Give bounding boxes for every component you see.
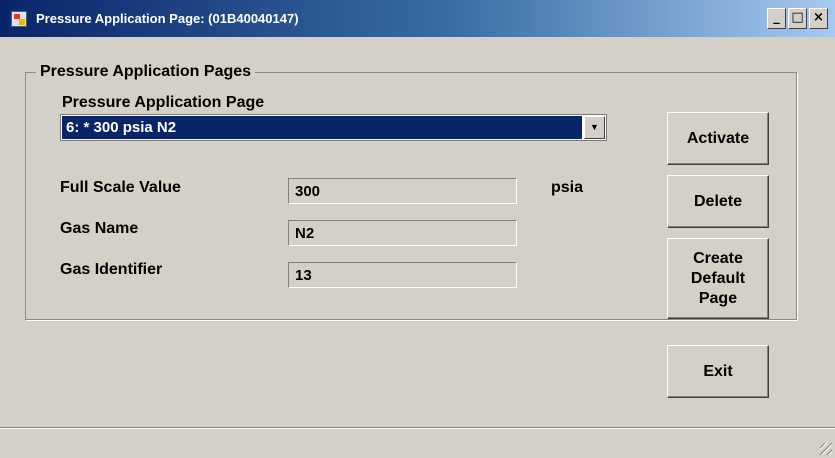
full-scale-unit: psia bbox=[551, 179, 584, 196]
gas-name-label: Gas Name bbox=[60, 220, 139, 237]
page-select-label: Pressure Application Page bbox=[62, 94, 265, 111]
minimize-button[interactable]: _ bbox=[767, 8, 786, 29]
page-select-value: 6: * 300 psia N2 bbox=[62, 116, 582, 139]
activate-button[interactable]: Activate bbox=[667, 112, 769, 165]
gas-identifier-field[interactable]: 13 bbox=[288, 262, 517, 288]
chevron-down-icon[interactable]: ▼ bbox=[584, 116, 605, 139]
window-title: Pressure Application Page: (01B40040147) bbox=[36, 11, 299, 26]
full-scale-label: Full Scale Value bbox=[60, 179, 181, 196]
status-bar bbox=[0, 427, 835, 458]
page-select-dropdown[interactable]: 6: * 300 psia N2 ▼ bbox=[60, 114, 607, 141]
groupbox-title: Pressure Application Pages bbox=[36, 63, 256, 81]
exit-button[interactable]: Exit bbox=[667, 345, 769, 398]
gas-name-field[interactable]: N2 bbox=[288, 220, 517, 246]
close-button[interactable]: × bbox=[809, 8, 828, 29]
title-bar[interactable]: Pressure Application Page: (01B40040147)… bbox=[0, 0, 835, 37]
app-icon[interactable] bbox=[11, 11, 27, 27]
gas-identifier-label: Gas Identifier bbox=[60, 261, 163, 278]
resize-grip-icon[interactable] bbox=[820, 443, 832, 455]
maximize-button[interactable]: □ bbox=[788, 8, 807, 29]
delete-button[interactable]: Delete bbox=[667, 175, 769, 228]
full-scale-field[interactable]: 300 bbox=[288, 178, 517, 204]
create-default-page-button[interactable]: Create Default Page bbox=[667, 238, 769, 319]
